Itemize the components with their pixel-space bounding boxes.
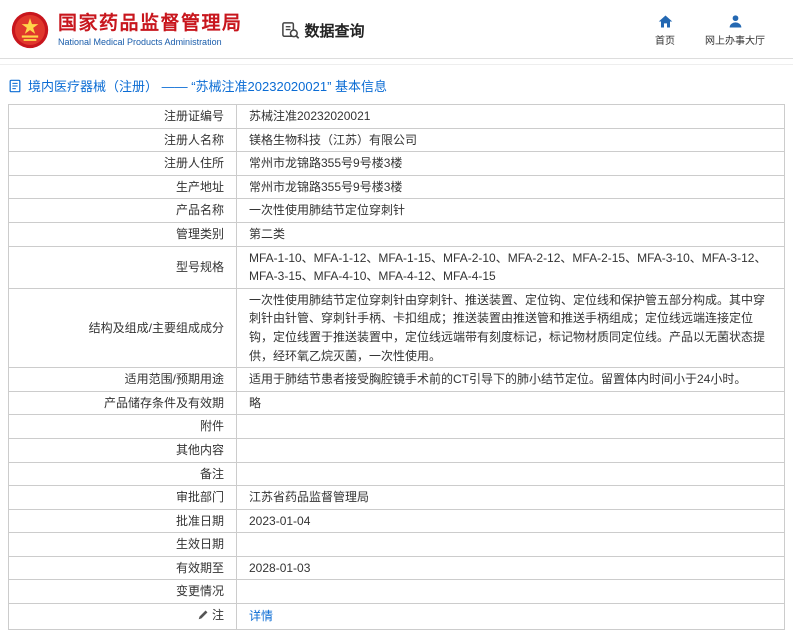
table-row: 产品名称 一次性使用肺结节定位穿刺针 xyxy=(8,198,785,223)
breadcrumb-text: 境内医疗器械（注册） —— “苏械注准20232020021” 基本信息 xyxy=(28,79,388,94)
table-row: 附件 xyxy=(8,414,785,439)
nav-service-hall[interactable]: 网上办事大厅 xyxy=(705,14,765,47)
row-label: 注 xyxy=(8,603,237,630)
brand: 国家药品监督管理局 National Medical Products Admi… xyxy=(10,10,243,50)
row-label: 变更情况 xyxy=(8,579,237,605)
table-row: 批准日期 2023-01-04 xyxy=(8,508,785,534)
row-label: 有效期至 xyxy=(8,555,237,581)
row-value: 详情 xyxy=(236,603,785,630)
row-label: 备注 xyxy=(8,461,237,487)
row-label: 附件 xyxy=(8,414,237,439)
table-row: 审批部门 江苏省药品监督管理局 xyxy=(8,485,785,510)
row-value xyxy=(236,414,785,439)
row-value: 镁格生物科技（江苏）有限公司 xyxy=(236,127,785,153)
row-label: 产品名称 xyxy=(8,198,237,223)
row-label: 生效日期 xyxy=(8,532,237,557)
row-value: MFA-1-10、MFA-1-12、MFA-1-15、MFA-2-10、MFA-… xyxy=(236,245,785,289)
row-value: 常州市龙锦路355号9号楼3楼 xyxy=(236,174,785,200)
detail-link[interactable]: 详情 xyxy=(249,609,273,623)
site-subtitle: National Medical Products Administration xyxy=(58,36,222,47)
row-value xyxy=(236,579,785,605)
row-value: 2023-01-04 xyxy=(236,508,785,534)
row-value: 江苏省药品监督管理局 xyxy=(236,485,785,510)
table-row: 其他内容 xyxy=(8,437,785,463)
row-value xyxy=(236,532,785,557)
table-row: 结构及组成/主要组成成分 一次性使用肺结节定位穿刺针由穿刺针、推送装置、定位钩、… xyxy=(8,287,785,369)
row-value: 苏械注准20232020021 xyxy=(236,104,785,129)
row-value xyxy=(236,437,785,463)
table-row: 备注 xyxy=(8,461,785,487)
row-label: 生产地址 xyxy=(8,174,237,200)
table-row: 有效期至 2028-01-03 xyxy=(8,555,785,581)
data-query-label: 数据查询 xyxy=(304,22,365,40)
row-value xyxy=(236,461,785,487)
header-nav: 首页 网上办事大厅 xyxy=(655,14,777,47)
registration-info-table: 注册证编号 苏械注准20232020021 注册人名称 镁格生物科技（江苏）有限… xyxy=(8,104,785,630)
breadcrumb: 境内医疗器械（注册） —— “苏械注准20232020021” 基本信息 xyxy=(0,65,793,104)
row-label: 注册证编号 xyxy=(8,104,237,129)
table-row: 生产地址 常州市龙锦路355号9号楼3楼 xyxy=(8,174,785,200)
row-label: 型号规格 xyxy=(8,245,237,289)
table-row: 注册人住所 常州市龙锦路355号9号楼3楼 xyxy=(8,151,785,176)
home-icon xyxy=(658,15,672,27)
row-label: 结构及组成/主要组成成分 xyxy=(8,287,237,369)
row-label-text: 注 xyxy=(211,608,224,623)
table-row: 变更情况 xyxy=(8,579,785,605)
site-title: 国家药品监督管理局 xyxy=(58,13,243,35)
row-label: 其他内容 xyxy=(8,437,237,463)
row-label: 审批部门 xyxy=(8,485,237,510)
page-header: 国家药品监督管理局 National Medical Products Admi… xyxy=(0,0,793,58)
document-icon xyxy=(9,79,21,92)
row-label: 注册人住所 xyxy=(8,151,237,176)
header-divider xyxy=(0,58,793,59)
row-value: 适用于肺结节患者接受胸腔镜手术前的CT引导下的肺小结节定位。留置体内时间小于24… xyxy=(236,367,785,392)
table-row: 生效日期 xyxy=(8,532,785,557)
row-value: 2028-01-03 xyxy=(236,555,785,581)
user-icon xyxy=(729,14,741,27)
national-emblem-icon xyxy=(11,11,49,49)
row-value: 一次性使用肺结节定位穿刺针 xyxy=(236,198,785,223)
row-value: 一次性使用肺结节定位穿刺针由穿刺针、推送装置、定位钩、定位线和保护管五部分构成。… xyxy=(236,287,785,369)
table-row: 适用范围/预期用途 适用于肺结节患者接受胸腔镜手术前的CT引导下的肺小结节定位。… xyxy=(8,367,785,392)
search-document-icon xyxy=(281,21,299,39)
nav-home[interactable]: 首页 xyxy=(655,14,675,47)
table-row: 注册证编号 苏械注准20232020021 xyxy=(8,104,785,129)
row-value: 第二类 xyxy=(236,221,785,247)
nav-service-hall-label: 网上办事大厅 xyxy=(705,35,765,47)
row-label: 管理类别 xyxy=(8,221,237,247)
row-label: 注册人名称 xyxy=(8,127,237,153)
row-label: 产品储存条件及有效期 xyxy=(8,390,237,416)
row-value: 略 xyxy=(236,390,785,416)
nav-home-label: 首页 xyxy=(655,35,675,47)
row-value: 常州市龙锦路355号9号楼3楼 xyxy=(236,151,785,176)
table-row: 管理类别 第二类 xyxy=(8,221,785,247)
note-icon xyxy=(197,608,209,627)
data-query-nav[interactable]: 数据查询 xyxy=(281,20,365,41)
row-label: 批准日期 xyxy=(8,508,237,534)
table-row: 型号规格 MFA-1-10、MFA-1-12、MFA-1-15、MFA-2-10… xyxy=(8,245,785,289)
row-label: 适用范围/预期用途 xyxy=(8,367,237,392)
table-row: 产品储存条件及有效期 略 xyxy=(8,390,785,416)
table-row: 注册人名称 镁格生物科技（江苏）有限公司 xyxy=(8,127,785,153)
table-row: 注 详情 xyxy=(8,603,785,630)
